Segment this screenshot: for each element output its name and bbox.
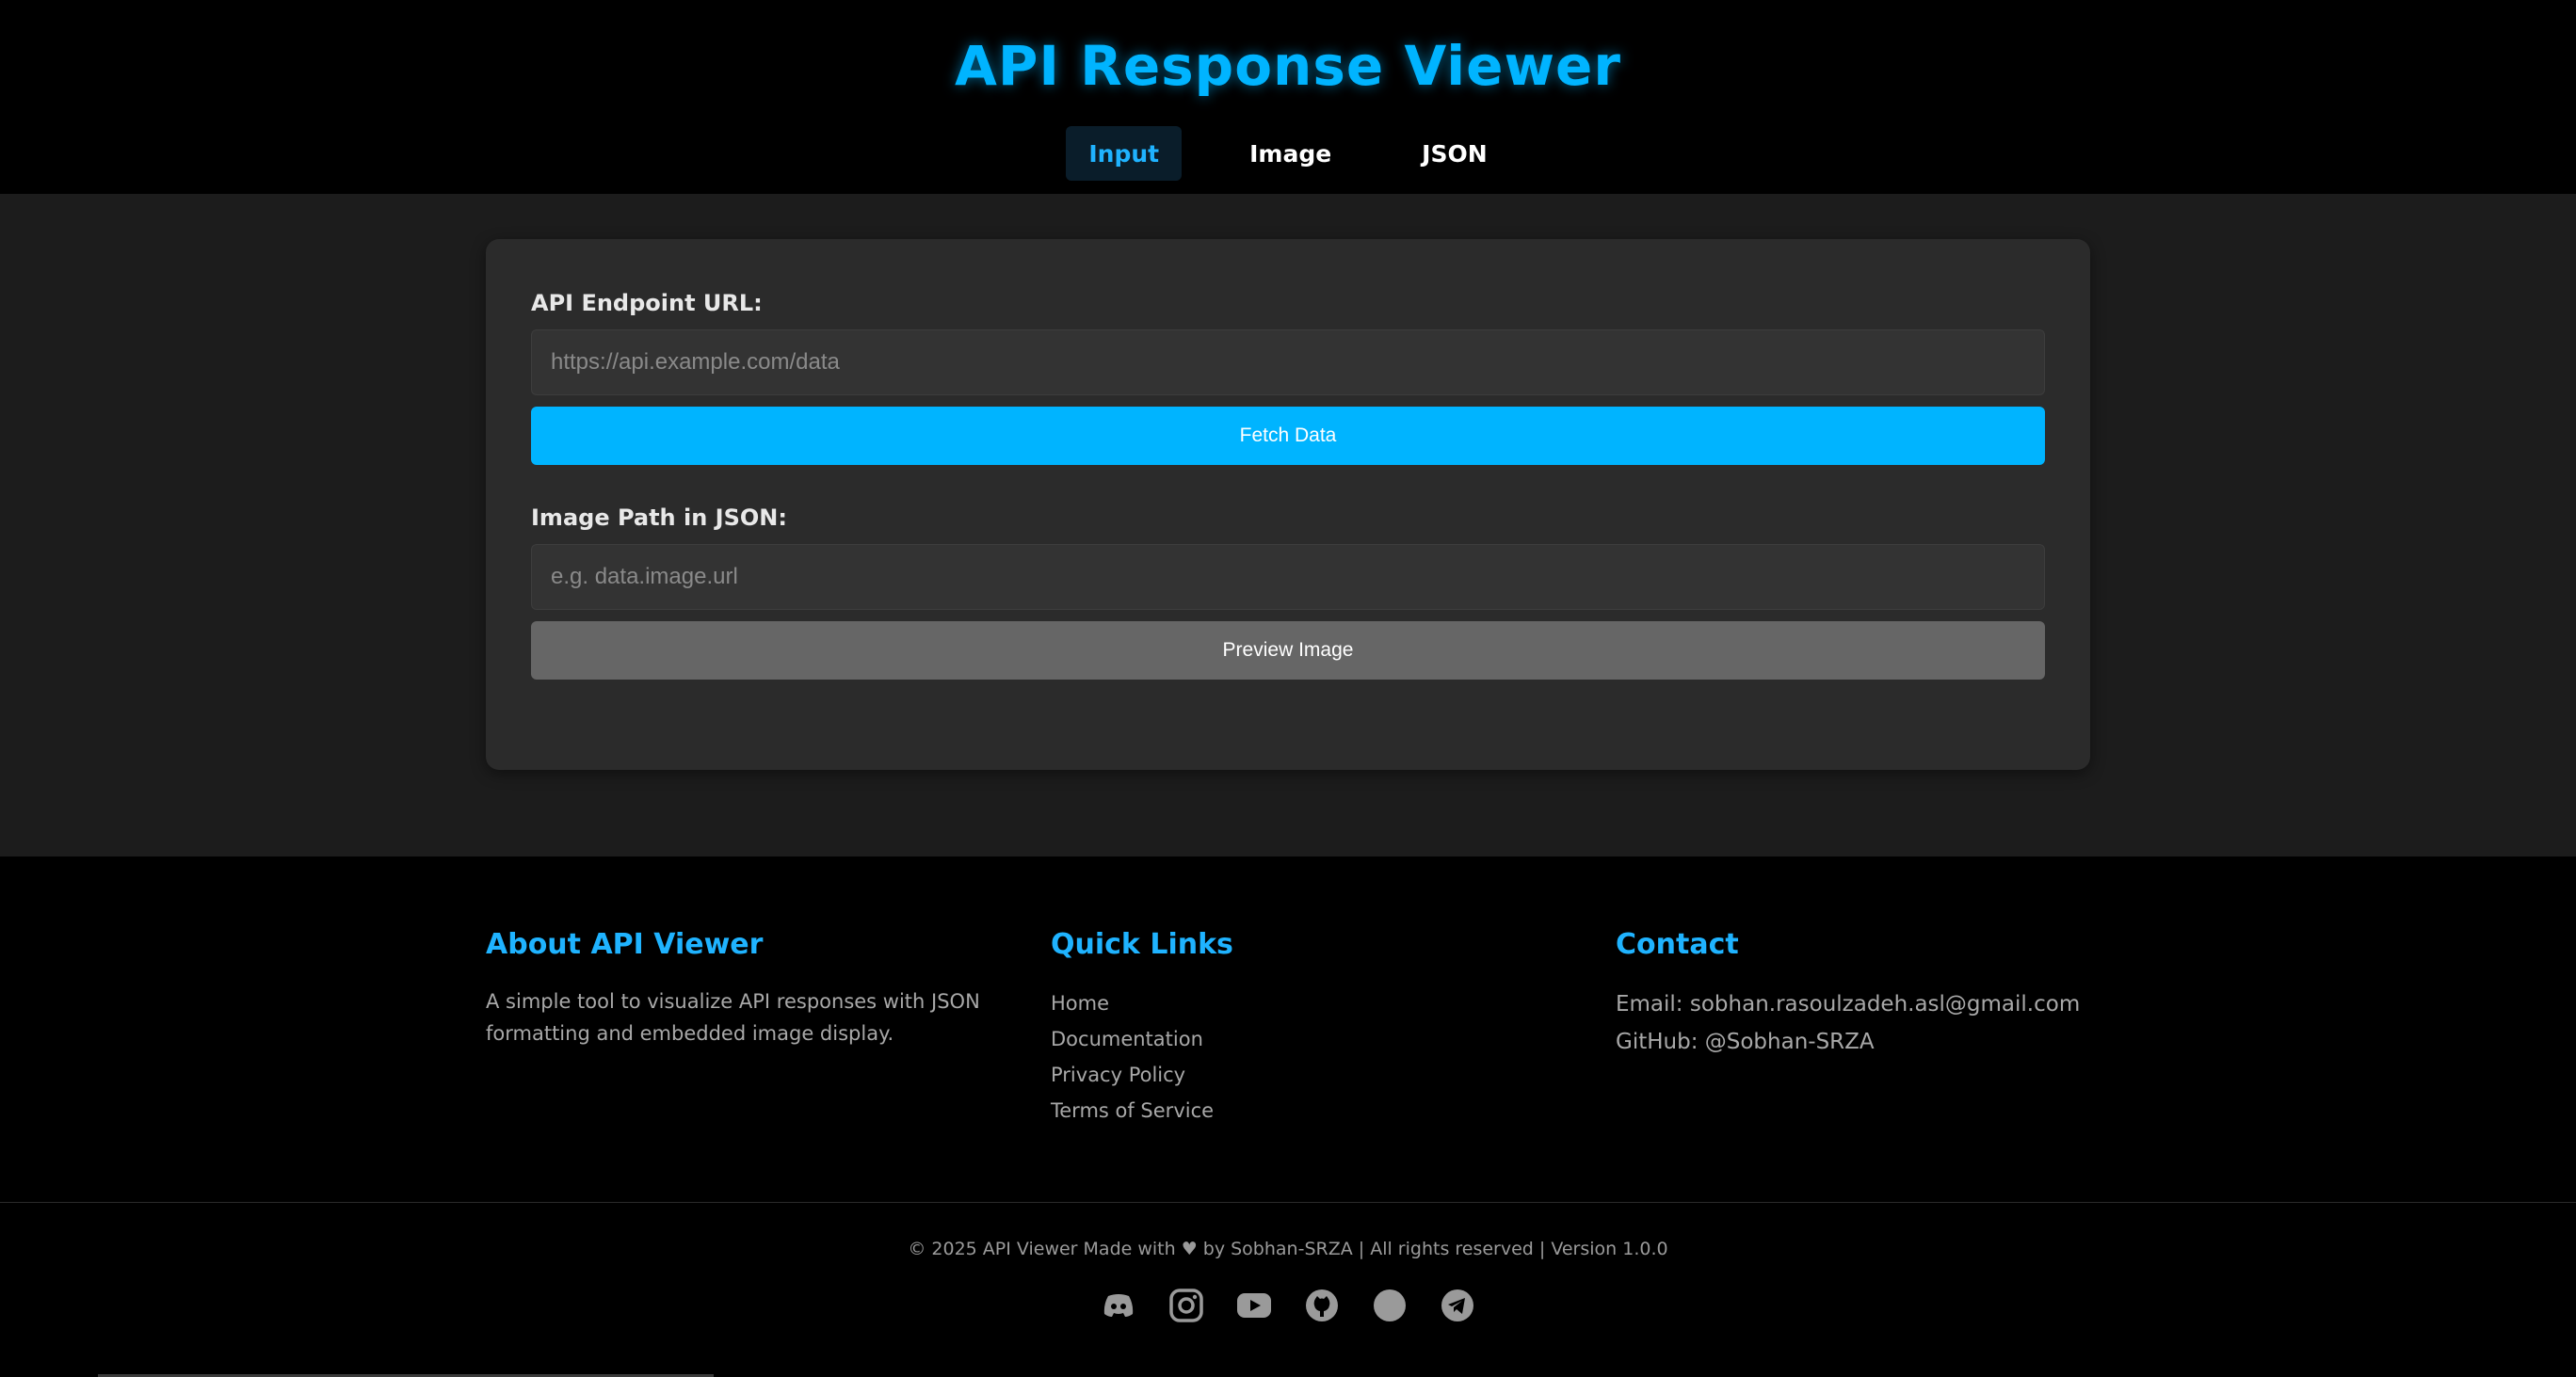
page-title: API Response Viewer <box>954 34 1621 98</box>
tab-json[interactable]: JSON <box>1399 126 1509 181</box>
image-path-input[interactable] <box>531 544 2045 610</box>
contact-email[interactable]: Email: sobhan.rasoulzadeh.asl@gmail.com <box>1616 985 2143 1023</box>
link-terms-of-service[interactable]: Terms of Service <box>1051 1093 1578 1129</box>
footer-divider <box>0 1202 2576 1203</box>
about-heading: About API Viewer <box>486 928 764 961</box>
contact-heading: Contact <box>1616 928 1739 961</box>
endpoint-url-input[interactable] <box>531 329 2045 395</box>
discord-icon[interactable] <box>1099 1286 1138 1325</box>
preview-image-button[interactable]: Preview Image <box>531 621 2045 680</box>
telegram-icon[interactable] <box>1438 1286 1477 1325</box>
input-card: API Endpoint URL: Fetch Data Image Path … <box>486 239 2090 770</box>
github-icon[interactable] <box>1302 1286 1342 1325</box>
endpoint-label: API Endpoint URL: <box>531 290 763 316</box>
main-content: API Endpoint URL: Fetch Data Image Path … <box>0 194 2576 857</box>
copyright-text: © 2025 API Viewer Made with ♥ by Sobhan-… <box>908 1239 1668 1259</box>
link-documentation[interactable]: Documentation <box>1051 1021 1578 1057</box>
tab-bar: Input Image JSON <box>0 126 2576 181</box>
fetch-data-button[interactable]: Fetch Data <box>531 407 2045 465</box>
about-text: A simple tool to visualize API responses… <box>486 990 980 1045</box>
tab-image[interactable]: Image <box>1227 126 1354 181</box>
site-footer: About API Viewer A simple tool to visual… <box>0 857 2576 1377</box>
tab-input[interactable]: Input <box>1066 126 1183 181</box>
generic-circle-icon[interactable] <box>1370 1286 1409 1325</box>
contact-github[interactable]: GitHub: @Sobhan-SRZA <box>1616 1023 2143 1061</box>
footer-contact: Contact Email: sobhan.rasoulzadeh.asl@gm… <box>1616 928 2143 1061</box>
social-links <box>0 1286 2576 1325</box>
image-path-label: Image Path in JSON: <box>531 504 787 531</box>
link-home[interactable]: Home <box>1051 985 1578 1021</box>
app-header: API Response Viewer Input Image JSON <box>0 0 2576 194</box>
youtube-icon[interactable] <box>1234 1286 1274 1325</box>
quick-links-heading: Quick Links <box>1051 928 1233 961</box>
footer-about: About API Viewer A simple tool to visual… <box>486 928 1013 1049</box>
footer-quick-links: Quick Links Home Documentation Privacy P… <box>1051 928 1578 1129</box>
instagram-icon[interactable] <box>1167 1286 1206 1325</box>
link-privacy-policy[interactable]: Privacy Policy <box>1051 1057 1578 1093</box>
